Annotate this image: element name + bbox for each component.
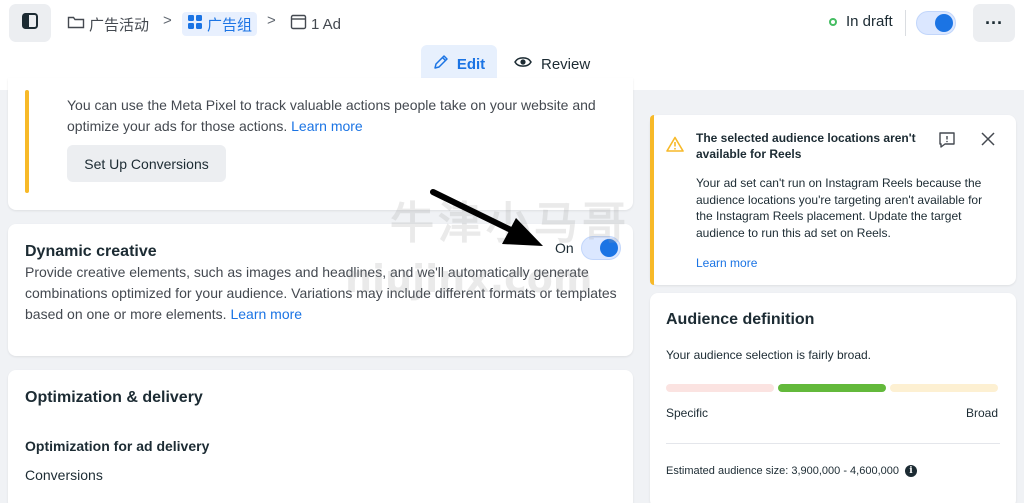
sidebar-panel-icon <box>22 12 38 34</box>
conversions-info-text: You can use the Meta Pixel to track valu… <box>67 95 607 137</box>
set-up-conversions-button[interactable]: Set Up Conversions <box>67 145 226 182</box>
estimated-audience-size-text: Estimated audience size: 3,900,000 - 4,6… <box>666 465 899 477</box>
warning-title: The selected audience locations aren't a… <box>696 131 916 161</box>
breadcrumb-ad[interactable]: 1 Ad <box>290 12 341 36</box>
audience-title: Audience definition <box>666 311 815 328</box>
reels-warning-card: The selected audience locations aren't a… <box>650 115 1016 285</box>
more-options-button[interactable]: ··· <box>973 4 1015 42</box>
meter-segment-middle <box>778 384 886 392</box>
publish-toggle[interactable] <box>916 11 956 35</box>
chevron-right-icon: > <box>267 12 276 29</box>
eye-icon <box>514 55 541 73</box>
divider <box>905 10 906 36</box>
watermark-text: 牛津小马哥 <box>390 198 630 249</box>
learn-more-link[interactable]: Learn more <box>696 256 757 270</box>
audience-definition-card: Audience definition Your audience select… <box>650 293 1016 503</box>
optimization-title: Optimization & delivery <box>25 389 203 406</box>
close-icon[interactable] <box>981 132 995 151</box>
audience-summary: Your audience selection is fairly broad. <box>666 348 872 362</box>
grid-icon <box>187 14 207 34</box>
learn-more-link[interactable]: Learn more <box>291 118 363 134</box>
breadcrumb-campaign-label: 广告活动 <box>89 16 150 34</box>
meter-segment-broad <box>890 384 998 392</box>
breadcrumb-campaign[interactable]: 广告活动 <box>67 12 149 36</box>
tab-edit-label: Edit <box>456 55 486 73</box>
breadcrumb-ad-label: 1 Ad <box>311 15 342 33</box>
toggle-knob <box>935 14 953 32</box>
warning-icon <box>666 136 684 157</box>
meter-broad-label: Broad <box>965 406 998 420</box>
meter-segment-specific <box>666 384 774 392</box>
breadcrumb-ad-set[interactable]: 广告组 <box>182 12 258 36</box>
warning-accent-bar <box>650 115 654 285</box>
more-icon: ··· <box>985 12 1003 33</box>
toggle-sidebar-button[interactable] <box>9 4 51 42</box>
estimated-audience-size: Estimated audience size: 3,900,000 - 4,6… <box>666 465 917 477</box>
feedback-icon[interactable] <box>938 131 956 154</box>
info-icon[interactable]: i <box>905 465 917 477</box>
meter-specific-label: Specific <box>666 406 709 420</box>
chevron-right-icon: > <box>163 12 172 29</box>
ad-icon <box>290 14 311 34</box>
dynamic-creative-title: Dynamic creative <box>25 243 157 260</box>
status-dot-icon <box>829 17 837 26</box>
learn-more-link[interactable]: Learn more <box>230 306 302 322</box>
warning-accent-bar <box>25 90 29 193</box>
pencil-icon <box>433 54 457 74</box>
breadcrumb-ad-set-label: 广告组 <box>207 16 253 34</box>
tab-review-label: Review <box>541 55 591 73</box>
optimization-delivery-card: Optimization & delivery Optimization for… <box>8 370 633 503</box>
optimization-value: Conversions <box>25 467 103 483</box>
watermark-url: niujinx.com <box>345 257 593 301</box>
warning-body: Your ad set can't run on Instagram Reels… <box>696 176 983 240</box>
optimization-sub-label: Optimization for ad delivery <box>25 438 210 454</box>
divider <box>666 443 1000 444</box>
status-label: In draft <box>846 13 893 30</box>
draft-status: In draft <box>829 13 893 30</box>
top-bar: 广告活动 > 广告组 > 1 Ad In draft ··· Edit Revi… <box>0 0 1024 90</box>
folder-icon <box>67 14 89 34</box>
